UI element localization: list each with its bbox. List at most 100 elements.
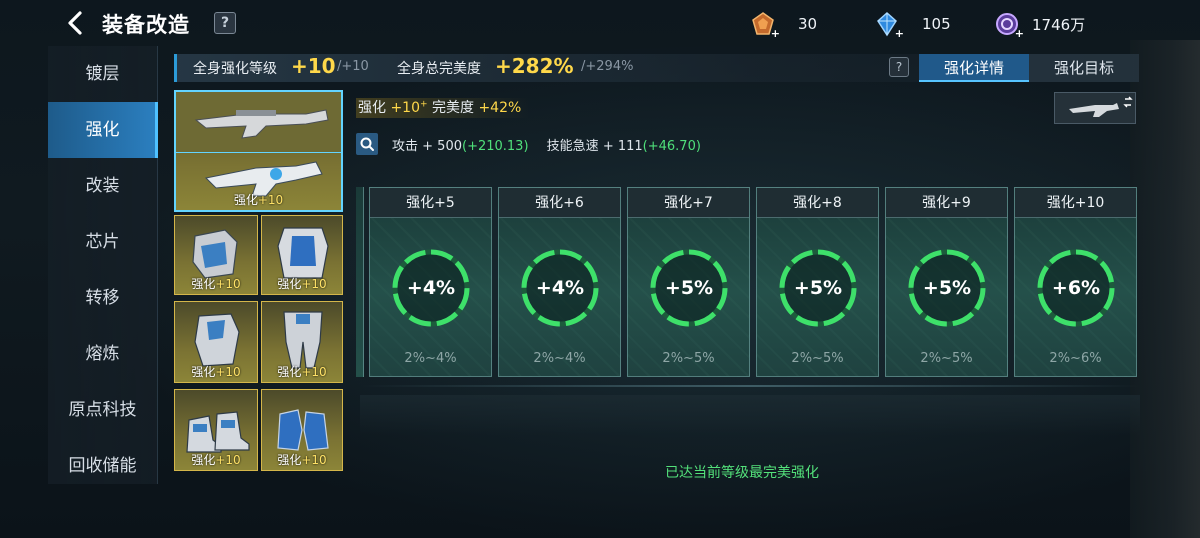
level-card-range: 2%~5% bbox=[791, 351, 844, 366]
menu-item-smelt[interactable]: 熔炼 bbox=[48, 326, 157, 382]
total-perfection-label: 全身总完美度 bbox=[397, 61, 481, 77]
level-card: 强化+6 +4% 2%~4% bbox=[498, 187, 621, 377]
search-icon bbox=[360, 137, 374, 151]
equip-slot-boots[interactable]: 强化+10 bbox=[174, 389, 258, 471]
summary-help-icon[interactable]: ? bbox=[889, 57, 909, 77]
status-message: 已达当前等级最完美强化 bbox=[665, 465, 819, 481]
progress-ring-icon: +4% bbox=[517, 245, 603, 331]
background-wall bbox=[1130, 40, 1200, 538]
slot-enhance-label: 强化+10 bbox=[277, 365, 327, 379]
top-bar: 装备改造 ? + 30 + 105 + 1746万 bbox=[0, 0, 1200, 48]
menu-item-chip[interactable]: 芯片 bbox=[48, 214, 157, 270]
level-card: 强化+10 +6% 2%~6% bbox=[1014, 187, 1137, 377]
level-card-partial bbox=[356, 187, 364, 377]
menu-item-enhance[interactable]: 强化 bbox=[48, 102, 158, 158]
left-menu: 镀层 强化 改装 芯片 转移 熔炼 原点科技 回收储能 bbox=[48, 46, 158, 484]
level-card-title: 强化+7 bbox=[628, 188, 749, 218]
slot-enhance-label: 强化+10 bbox=[191, 365, 241, 379]
weapon-stats: 攻击 + 500(+210.13) 技能急速 + 111(+46.70) bbox=[392, 135, 701, 154]
level-card-title: 强化+8 bbox=[757, 188, 878, 218]
currency-blue-crystal[interactable]: + 105 bbox=[874, 11, 951, 40]
page-title: 装备改造 bbox=[102, 13, 190, 37]
tab-enhance-details[interactable]: 强化详情 bbox=[919, 54, 1029, 82]
total-enhance-level-max: /+10 bbox=[337, 59, 369, 74]
total-enhance-level-label: 全身强化等级 bbox=[193, 61, 277, 77]
currency-credit-coin[interactable]: + 1746万 bbox=[994, 11, 1086, 40]
level-card-title: 强化+6 bbox=[499, 188, 620, 218]
skill-haste-value: + 111 bbox=[602, 139, 643, 154]
level-card-value: +5% bbox=[664, 277, 714, 299]
total-enhance-level-value: +10 bbox=[291, 54, 336, 78]
progress-ring-icon: +6% bbox=[1033, 245, 1119, 331]
level-card-range: 2%~4% bbox=[404, 351, 457, 366]
detail-tabs: 强化详情 强化目标 bbox=[919, 54, 1139, 82]
equip-slot-arm[interactable]: 强化+10 bbox=[174, 301, 258, 383]
weapon-enhance-glow: 强化 +10+ 完美度 +42% bbox=[356, 98, 530, 118]
menu-item-transfer[interactable]: 转移 bbox=[48, 270, 157, 326]
enhance-stone-icon: + bbox=[750, 11, 780, 40]
equip-slot-gloves[interactable]: 强化+10 bbox=[261, 389, 343, 471]
weapon-perfection-value: +42% bbox=[478, 100, 522, 116]
weapon-perfection-label: 完美度 bbox=[432, 100, 474, 116]
attack-label: 攻击 bbox=[392, 139, 419, 154]
level-card-title: 强化+5 bbox=[370, 188, 491, 218]
skill-haste-bonus: (+46.70) bbox=[642, 139, 701, 154]
currency-value: 105 bbox=[922, 15, 951, 33]
weapon-enhance-value: +10 bbox=[390, 100, 420, 116]
stat-detail-button[interactable] bbox=[356, 133, 378, 155]
progress-ring-icon: +4% bbox=[388, 245, 474, 331]
weapon-switch-button[interactable] bbox=[1054, 92, 1136, 124]
level-card-range: 2%~5% bbox=[662, 351, 715, 366]
level-card: 强化+8 +5% 2%~5% bbox=[756, 187, 879, 377]
slot-enhance-label: 强化+10 bbox=[191, 453, 241, 467]
level-card: 强化+5 +4% 2%~4% bbox=[369, 187, 492, 377]
equip-slot-shoulder[interactable]: 强化+10 bbox=[174, 215, 258, 295]
level-card-range: 2%~5% bbox=[920, 351, 973, 366]
attack-bonus: (+210.13) bbox=[462, 139, 529, 154]
equip-slot-chest[interactable]: 强化+10 bbox=[261, 215, 343, 295]
slot-enhance-label: 强化+10 bbox=[277, 277, 327, 291]
level-card-title: 强化+9 bbox=[886, 188, 1007, 218]
level-card-value: +5% bbox=[793, 277, 843, 299]
level-card-value: +6% bbox=[1051, 277, 1101, 299]
level-card-value: +5% bbox=[922, 277, 972, 299]
background-floor-line bbox=[360, 385, 1140, 387]
skill-haste-label: 技能急速 bbox=[546, 139, 599, 154]
switch-weapon-icon bbox=[1069, 96, 1133, 117]
level-card: 强化+9 +5% 2%~5% bbox=[885, 187, 1008, 377]
total-perfection-value: +282% bbox=[495, 54, 574, 78]
level-card-value: +4% bbox=[535, 277, 585, 299]
background-floor bbox=[360, 395, 1140, 435]
currency-value: 1746万 bbox=[1032, 15, 1086, 34]
back-arrow-icon[interactable] bbox=[64, 10, 88, 36]
attack-value: + 500 bbox=[422, 139, 462, 154]
level-card-value: +4% bbox=[406, 277, 456, 299]
currency-value: 30 bbox=[798, 15, 818, 33]
help-icon[interactable]: ? bbox=[214, 12, 236, 34]
menu-item-origin-tech[interactable]: 原点科技 bbox=[48, 382, 157, 438]
slot-enhance-label: 强化+10 bbox=[191, 277, 241, 291]
slot-enhance-label: 强化+10 bbox=[233, 193, 284, 207]
progress-ring-icon: +5% bbox=[904, 245, 990, 331]
progress-ring-icon: +5% bbox=[775, 245, 861, 331]
total-perfection-max: /+294% bbox=[581, 59, 634, 74]
currency-enhance-stone[interactable]: + 30 bbox=[750, 11, 818, 40]
summary-bar: 全身强化等级 +10 /+10 全身总完美度 +282% /+294% ? 强化… bbox=[174, 54, 1139, 82]
level-card-range: 2%~4% bbox=[533, 351, 586, 366]
weapon-enhance-sup: + bbox=[420, 99, 428, 110]
menu-item-recycle[interactable]: 回收储能 bbox=[48, 438, 157, 494]
level-card: 强化+7 +5% 2%~5% bbox=[627, 187, 750, 377]
tab-enhance-target[interactable]: 强化目标 bbox=[1029, 54, 1139, 82]
equip-slot-legs[interactable]: 强化+10 bbox=[261, 301, 343, 383]
weapon-enhance-info: 强化 +10+ 完美度 +42% bbox=[356, 97, 530, 118]
level-card-title: 强化+10 bbox=[1015, 188, 1136, 218]
blue-crystal-icon: + bbox=[874, 11, 904, 40]
menu-item-modify[interactable]: 改装 bbox=[48, 158, 157, 214]
equip-slot-weapons[interactable]: 强化+10 bbox=[174, 90, 343, 212]
slot-enhance-label: 强化+10 bbox=[277, 453, 327, 467]
credit-coin-icon: + bbox=[994, 11, 1024, 40]
progress-ring-icon: +5% bbox=[646, 245, 732, 331]
menu-item-plating[interactable]: 镀层 bbox=[48, 46, 157, 102]
level-card-range: 2%~6% bbox=[1049, 351, 1102, 366]
weapon-enhance-label: 强化 bbox=[358, 100, 386, 116]
